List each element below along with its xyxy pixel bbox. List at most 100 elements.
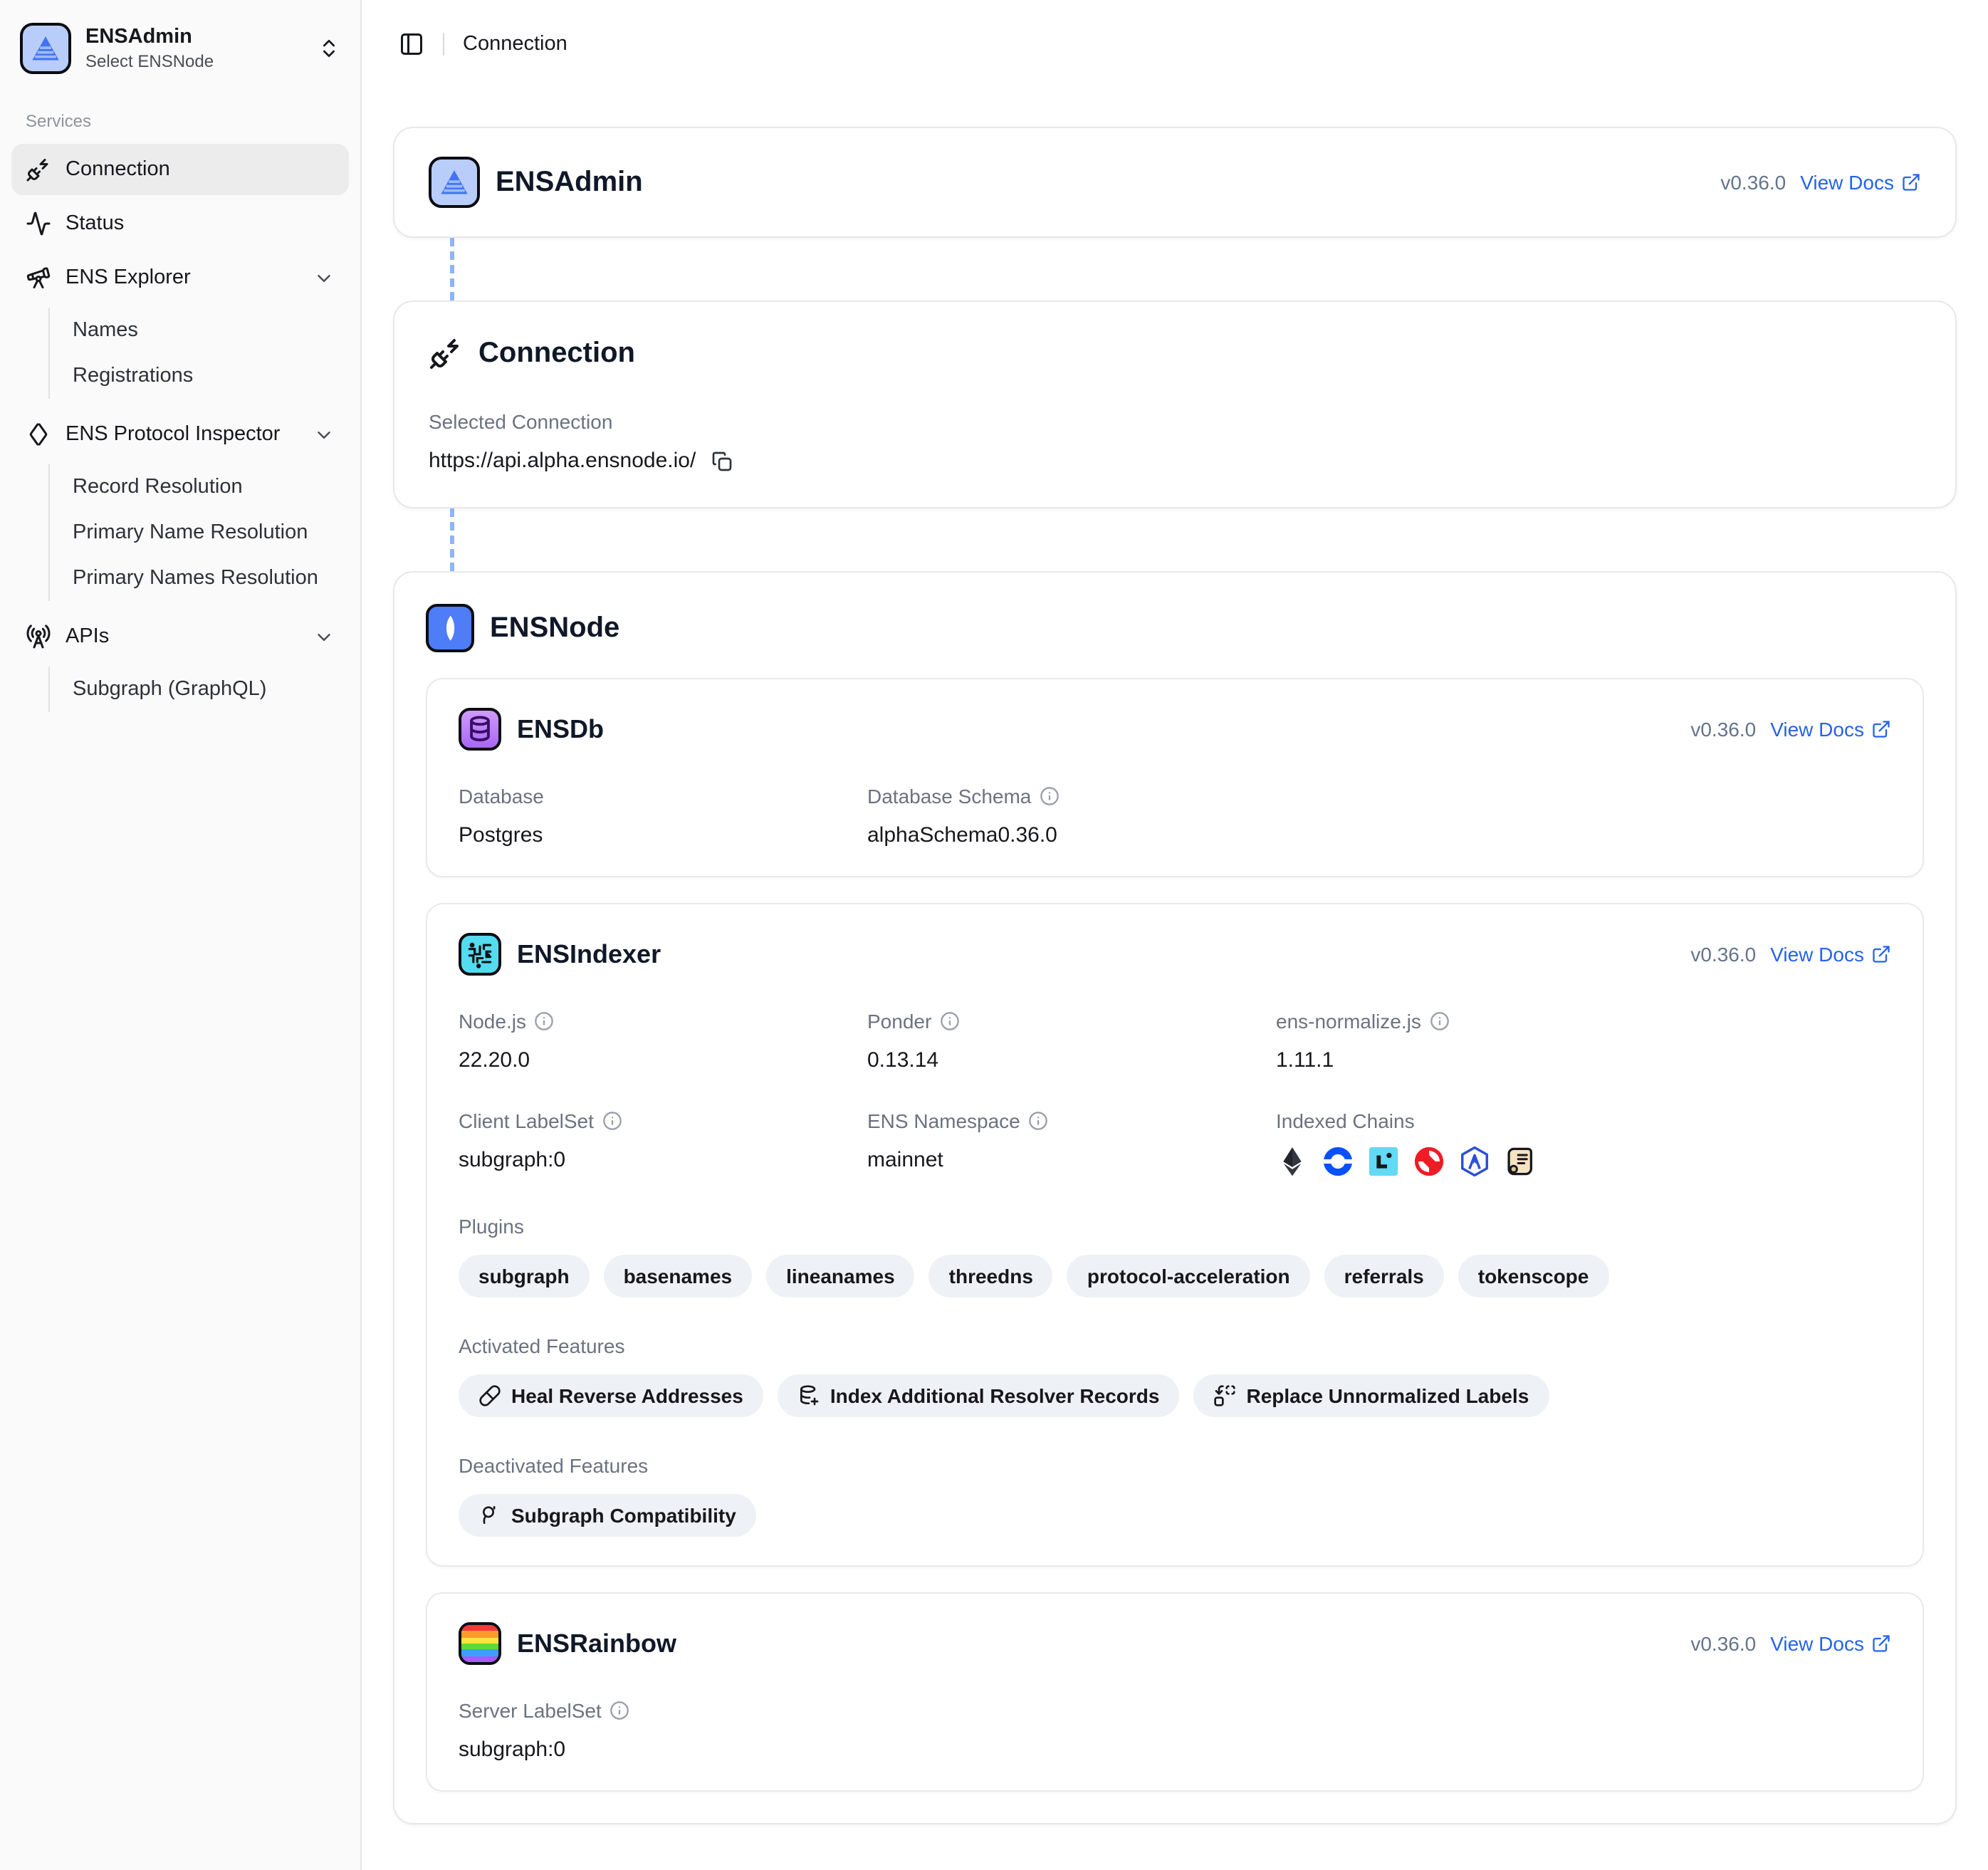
- telescope-icon: [26, 265, 51, 291]
- ensnode-card-title: ENSNode: [490, 612, 619, 644]
- topbar-divider: [443, 33, 444, 56]
- breadcrumb: Connection: [463, 33, 567, 56]
- ensindexer-card: ENSIndexer v0.36.0 View Docs N: [426, 903, 1924, 1567]
- chain-arbitrum-icon: [1458, 1145, 1491, 1178]
- feature-chip-replace-unnormalized-labels: Replace Unnormalized Labels: [1194, 1374, 1549, 1417]
- copy-icon: [710, 449, 733, 472]
- plugin-chip: protocol-acceleration: [1067, 1255, 1310, 1297]
- sidebar-item-ens-explorer[interactable]: ENS Explorer: [11, 252, 349, 303]
- sidebar-item-names[interactable]: Names: [50, 308, 349, 353]
- plug-zap-icon: [429, 336, 463, 370]
- database-plus-icon: [797, 1384, 820, 1407]
- chain-optimism-icon: [1413, 1145, 1445, 1178]
- chain-scroll-icon: [1504, 1145, 1537, 1178]
- chain-linea-icon: [1367, 1145, 1400, 1178]
- sidebar-item-ens-protocol-inspector[interactable]: ENS Protocol Inspector: [11, 409, 349, 460]
- database-schema-label: Database Schema: [867, 785, 1276, 808]
- ensrainbow-card-title: ENSRainbow: [517, 1629, 676, 1659]
- nodejs-value: 22.20.0: [459, 1048, 867, 1072]
- ens-explorer-sublist: Names Registrations: [48, 308, 349, 399]
- sidebar-toggle-button[interactable]: [399, 31, 424, 57]
- plugins-label: Plugins: [459, 1215, 1891, 1238]
- content: ENSAdmin v0.36.0 View Docs: [362, 88, 1988, 1824]
- ensrainbow-logo-icon: [459, 1622, 501, 1665]
- plugin-chip: referrals: [1324, 1255, 1444, 1297]
- ensdb-view-docs-link[interactable]: View Docs: [1770, 718, 1891, 741]
- ensindexer-card-title: ENSIndexer: [517, 939, 661, 969]
- info-icon[interactable]: [602, 1111, 622, 1131]
- activity-icon: [26, 211, 51, 236]
- info-icon[interactable]: [1029, 1111, 1049, 1131]
- ensnode-logo-icon: [426, 604, 474, 652]
- chevron-down-icon: [313, 267, 335, 288]
- sidebar-item-connection[interactable]: Connection: [11, 144, 349, 195]
- info-icon[interactable]: [1040, 786, 1060, 806]
- ensdb-version: v0.36.0: [1690, 718, 1756, 741]
- sidebar-item-subgraph-graphql[interactable]: Subgraph (GraphQL): [50, 667, 349, 712]
- ensindexer-version: v0.36.0: [1690, 943, 1756, 966]
- topbar: Connection: [362, 0, 1988, 88]
- server-labelset-value: subgraph:0: [459, 1738, 867, 1762]
- ponder-label: Ponder: [867, 1010, 1276, 1033]
- connection-card: Connection Selected Connection https://a…: [393, 301, 1957, 508]
- plugin-chip: threedns: [929, 1255, 1053, 1297]
- card-connector-dashed-line: [450, 238, 454, 301]
- ensindexer-logo-icon: [459, 933, 501, 976]
- plug-zap-icon: [26, 157, 51, 182]
- plugin-chip: basenames: [604, 1255, 753, 1297]
- ens-protocol-inspector-sublist: Record Resolution Primary Name Resolutio…: [48, 464, 349, 601]
- ens-mark-icon: [26, 422, 51, 447]
- sidebar-section-label: Services: [11, 85, 349, 142]
- subgraph-icon: [478, 1504, 501, 1527]
- app-title: ENSAdmin: [85, 25, 214, 50]
- deactivated-features-label: Deactivated Features: [459, 1454, 1891, 1477]
- ensrainbow-view-docs-link[interactable]: View Docs: [1770, 1632, 1891, 1655]
- activated-features-label: Activated Features: [459, 1334, 1891, 1357]
- ensdb-card: ENSDb v0.36.0 View Docs Database P: [426, 678, 1924, 877]
- sidebar-item-registrations[interactable]: Registrations: [50, 353, 349, 399]
- selected-connection-url: https://api.alpha.ensnode.io/: [429, 449, 1921, 473]
- ens-namespace-value: mainnet: [867, 1148, 1276, 1172]
- ens-normalize-value: 1.11.1: [1276, 1048, 1891, 1072]
- database-schema-value: alphaSchema0.36.0: [867, 823, 1276, 847]
- chain-ethereum-icon: [1276, 1145, 1309, 1178]
- sidebar-item-primary-names-resolution[interactable]: Primary Names Resolution: [50, 555, 349, 601]
- ensindexer-view-docs-link[interactable]: View Docs: [1770, 943, 1891, 966]
- ensadmin-card-logo-icon: [429, 157, 480, 208]
- card-connector-dashed-line: [450, 508, 454, 571]
- sidebar-item-status[interactable]: Status: [11, 198, 349, 249]
- external-link-icon: [1871, 944, 1891, 964]
- ensdb-card-title: ENSDb: [517, 714, 604, 744]
- sidebar-item-apis[interactable]: APIs: [11, 611, 349, 662]
- info-icon[interactable]: [535, 1011, 555, 1031]
- selected-connection-label: Selected Connection: [429, 410, 1921, 433]
- feature-chip-subgraph-compatibility: Subgraph Compatibility: [459, 1494, 756, 1537]
- sidebar-item-label: APIs: [66, 625, 109, 648]
- ensadmin-view-docs-link[interactable]: View Docs: [1800, 171, 1921, 194]
- info-icon[interactable]: [1430, 1011, 1450, 1031]
- sidebar-item-primary-name-resolution[interactable]: Primary Name Resolution: [50, 510, 349, 555]
- sidebar-item-label: Status: [66, 212, 124, 235]
- database-value: Postgres: [459, 823, 867, 847]
- ensadmin-app: ENSAdmin Select ENSNode Services Connect…: [0, 0, 1988, 1870]
- chevrons-up-down-icon: [318, 37, 340, 60]
- chain-base-icon: [1322, 1145, 1354, 1178]
- apis-sublist: Subgraph (GraphQL): [48, 667, 349, 712]
- sidebar-item-record-resolution[interactable]: Record Resolution: [50, 464, 349, 510]
- server-labelset-label: Server LabelSet: [459, 1699, 867, 1722]
- ensnode-card: ENSNode ENSDb v0.36.0 View Docs: [393, 571, 1957, 1824]
- info-icon[interactable]: [610, 1701, 630, 1720]
- deactivated-features-list: Subgraph Compatibility: [459, 1494, 1891, 1537]
- replace-icon: [1214, 1384, 1237, 1407]
- copy-url-button[interactable]: [710, 449, 733, 472]
- connection-card-title: Connection: [478, 337, 635, 370]
- ensdb-logo-icon: [459, 708, 501, 751]
- client-labelset-value: subgraph:0: [459, 1148, 867, 1172]
- external-link-icon: [1871, 719, 1891, 739]
- ensadmin-version: v0.36.0: [1720, 171, 1786, 194]
- indexed-chains-list: [1276, 1145, 1891, 1178]
- activated-features-list: Heal Reverse Addresses Index Additional …: [459, 1374, 1891, 1417]
- ensnode-selector[interactable]: ENSAdmin Select ENSNode: [11, 11, 349, 85]
- feature-chip-heal-reverse-addresses: Heal Reverse Addresses: [459, 1374, 763, 1417]
- info-icon[interactable]: [940, 1011, 960, 1031]
